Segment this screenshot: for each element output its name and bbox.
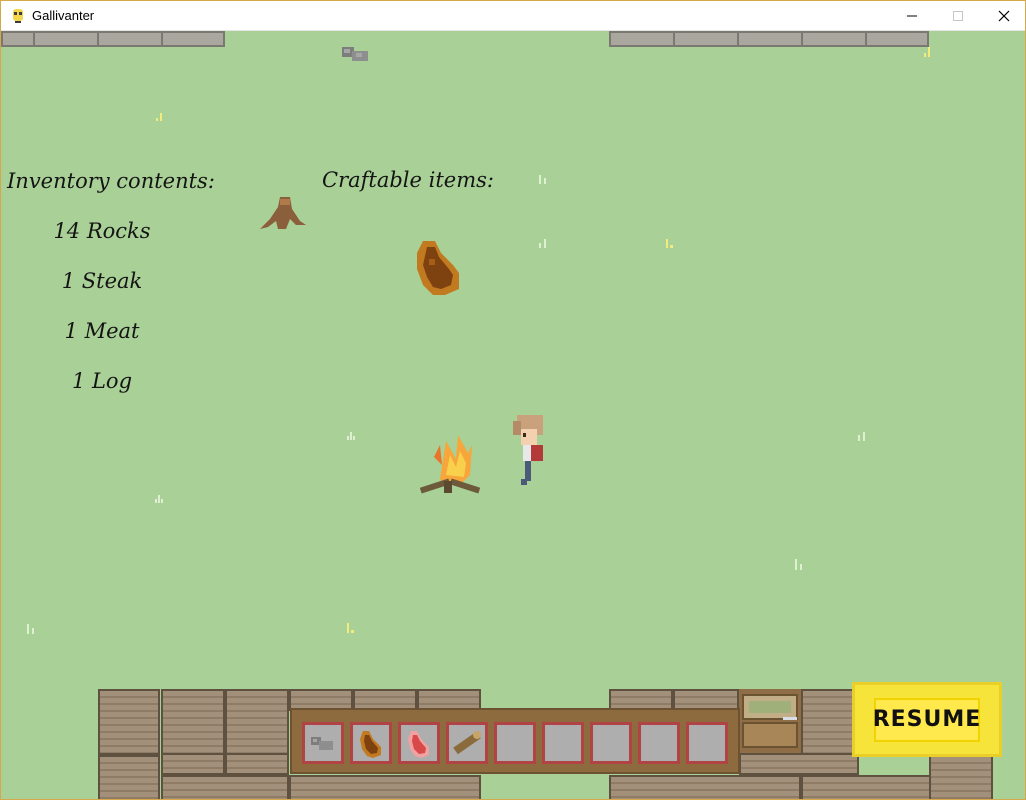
maximize-button[interactable] bbox=[935, 1, 981, 31]
craftable-heading: Craftable items: bbox=[322, 168, 494, 192]
grass-tuft bbox=[156, 111, 164, 121]
title-bar[interactable]: Gallivanter bbox=[1, 1, 1025, 31]
hotbar-slot-log[interactable] bbox=[446, 722, 488, 764]
grass-tuft bbox=[347, 430, 357, 440]
minimize-icon bbox=[907, 15, 917, 17]
window-title: Gallivanter bbox=[32, 8, 95, 23]
grass-tuft bbox=[795, 558, 805, 570]
inventory-item-meat: 1 Meat bbox=[64, 319, 140, 343]
game-window: Gallivanter Inventory contents: Craftabl… bbox=[0, 0, 1026, 800]
meat-icon bbox=[408, 731, 429, 758]
hotbar-slot-empty[interactable] bbox=[638, 722, 680, 764]
grass-tuft bbox=[666, 238, 676, 248]
grass-tuft bbox=[539, 174, 547, 184]
hotbar-slot-rocks[interactable] bbox=[302, 722, 344, 764]
player-character[interactable] bbox=[511, 413, 549, 489]
campfire-sprite[interactable] bbox=[420, 431, 482, 497]
hotbar-slot-empty[interactable] bbox=[590, 722, 632, 764]
inventory-item-rocks: 14 Rocks bbox=[53, 219, 151, 243]
cabinet-sprite[interactable] bbox=[739, 689, 801, 753]
hotbar-slot-steak[interactable] bbox=[350, 722, 392, 764]
python-snake-icon bbox=[13, 9, 23, 23]
log-icon bbox=[453, 731, 481, 755]
tree-stump-sprite[interactable] bbox=[260, 195, 306, 233]
grass-tuft bbox=[924, 45, 932, 57]
close-button[interactable] bbox=[981, 1, 1025, 31]
grass-tuft bbox=[155, 493, 165, 503]
inventory-item-log: 1 Log bbox=[71, 369, 133, 393]
grass-tuft bbox=[27, 622, 37, 634]
game-scene[interactable]: Inventory contents: Craftable items: 14 … bbox=[1, 31, 1025, 799]
rocks-icon bbox=[311, 737, 333, 750]
close-icon bbox=[998, 10, 1010, 22]
grass-tuft bbox=[858, 431, 868, 441]
hotbar-slot-empty[interactable] bbox=[494, 722, 536, 764]
hotbar-slot-empty[interactable] bbox=[542, 722, 584, 764]
inventory-item-steak: 1 Steak bbox=[61, 269, 143, 293]
rock-sprite[interactable] bbox=[338, 41, 372, 63]
minimize-button[interactable] bbox=[889, 1, 935, 31]
inventory-heading: Inventory contents: bbox=[7, 169, 215, 193]
resume-label: RESUME bbox=[873, 697, 980, 742]
hotbar-slot-empty[interactable] bbox=[686, 722, 728, 764]
hotbar bbox=[290, 708, 740, 774]
maximize-icon bbox=[953, 11, 963, 21]
craftable-steak-icon[interactable] bbox=[415, 239, 461, 297]
hotbar-slot-meat[interactable] bbox=[398, 722, 440, 764]
resume-button[interactable]: RESUME bbox=[852, 682, 1002, 757]
grass-tuft bbox=[347, 621, 357, 633]
steak-icon bbox=[360, 731, 381, 758]
grass-tuft bbox=[539, 238, 547, 248]
